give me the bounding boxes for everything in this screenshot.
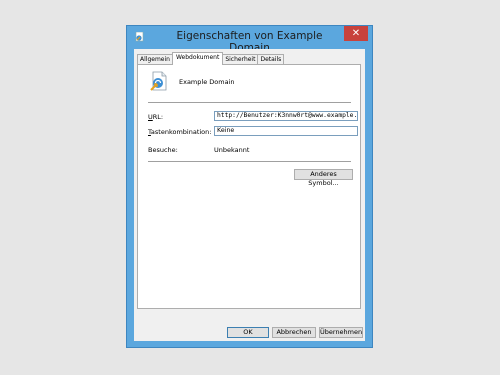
shortcut-input[interactable]: Keine bbox=[214, 126, 358, 136]
properties-dialog: Eigenschaften von Example Domain ✕ Allge… bbox=[126, 25, 373, 348]
separator bbox=[148, 161, 351, 162]
close-icon: ✕ bbox=[351, 28, 361, 39]
dialog-client-area: Allgemein Webdokument Sicherheit Details… bbox=[134, 49, 365, 341]
title-bar[interactable]: Eigenschaften von Example Domain ✕ bbox=[127, 26, 372, 54]
url-input[interactable]: http://Benutzer:K3nnw0rt@www.example.c bbox=[214, 111, 358, 121]
close-button[interactable]: ✕ bbox=[344, 26, 368, 41]
change-icon-button-label: Anderes Symbol... bbox=[308, 170, 339, 187]
url-label: URL: bbox=[148, 113, 164, 121]
change-icon-button[interactable]: Anderes Symbol... bbox=[294, 169, 353, 187]
apply-button[interactable]: Übernehmen bbox=[319, 327, 363, 338]
visits-value: Unbekannt bbox=[214, 146, 250, 154]
internet-shortcut-icon bbox=[135, 32, 144, 42]
url-label-text: RL: bbox=[152, 113, 164, 121]
separator bbox=[148, 102, 351, 103]
ok-button[interactable]: OK bbox=[227, 327, 269, 338]
shortcut-label-text: astenkombination: bbox=[150, 128, 212, 136]
webdokument-panel: Example Domain URL: http://Benutzer:K3nn… bbox=[137, 64, 361, 309]
tab-webdokument[interactable]: Webdokument bbox=[171, 52, 224, 65]
visits-label: Besuche: bbox=[148, 146, 178, 154]
page-title: Example Domain bbox=[179, 78, 235, 86]
cancel-button[interactable]: Abbrechen bbox=[272, 327, 316, 338]
internet-shortcut-icon bbox=[150, 71, 167, 91]
shortcut-label: Tastenkombination: bbox=[148, 128, 212, 136]
